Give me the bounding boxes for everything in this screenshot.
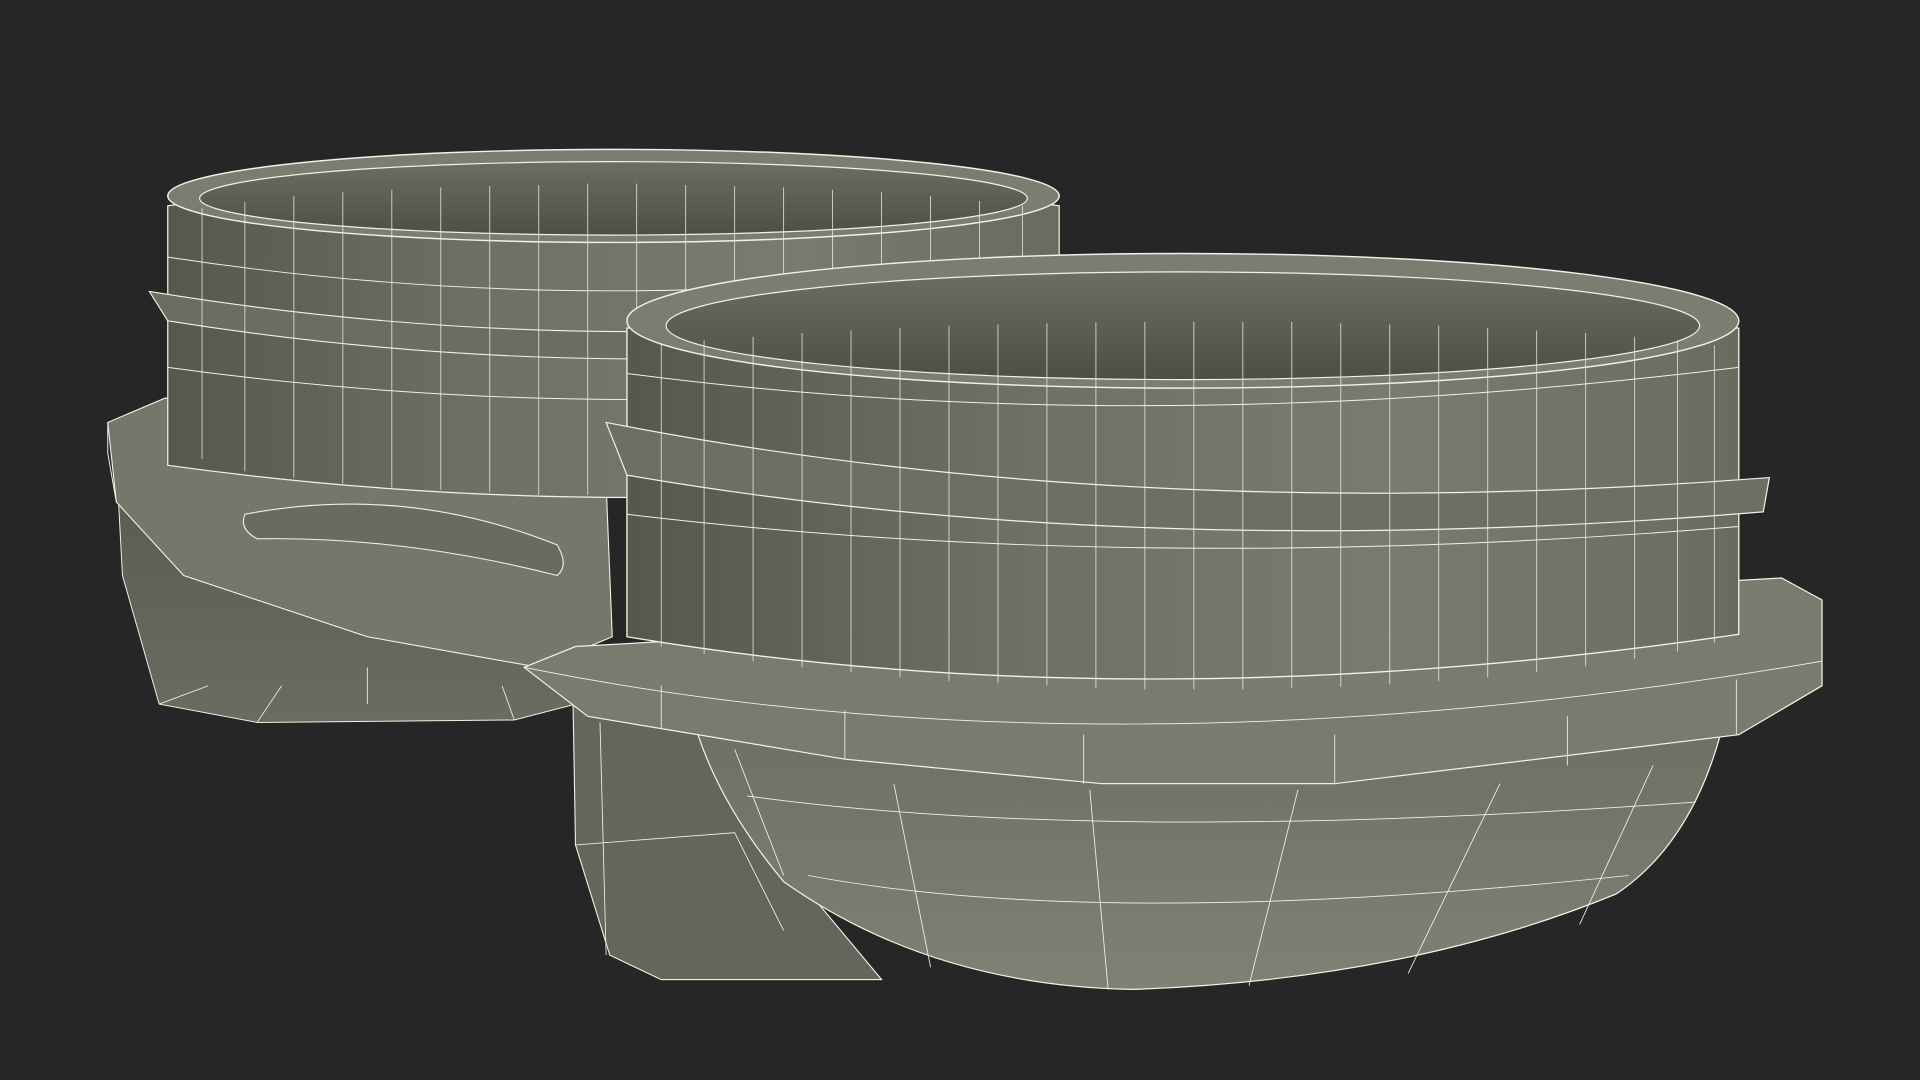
front-cup: [522, 252, 1823, 991]
wireframe-model: [107, 148, 1823, 991]
render-viewport: [0, 0, 1920, 1080]
